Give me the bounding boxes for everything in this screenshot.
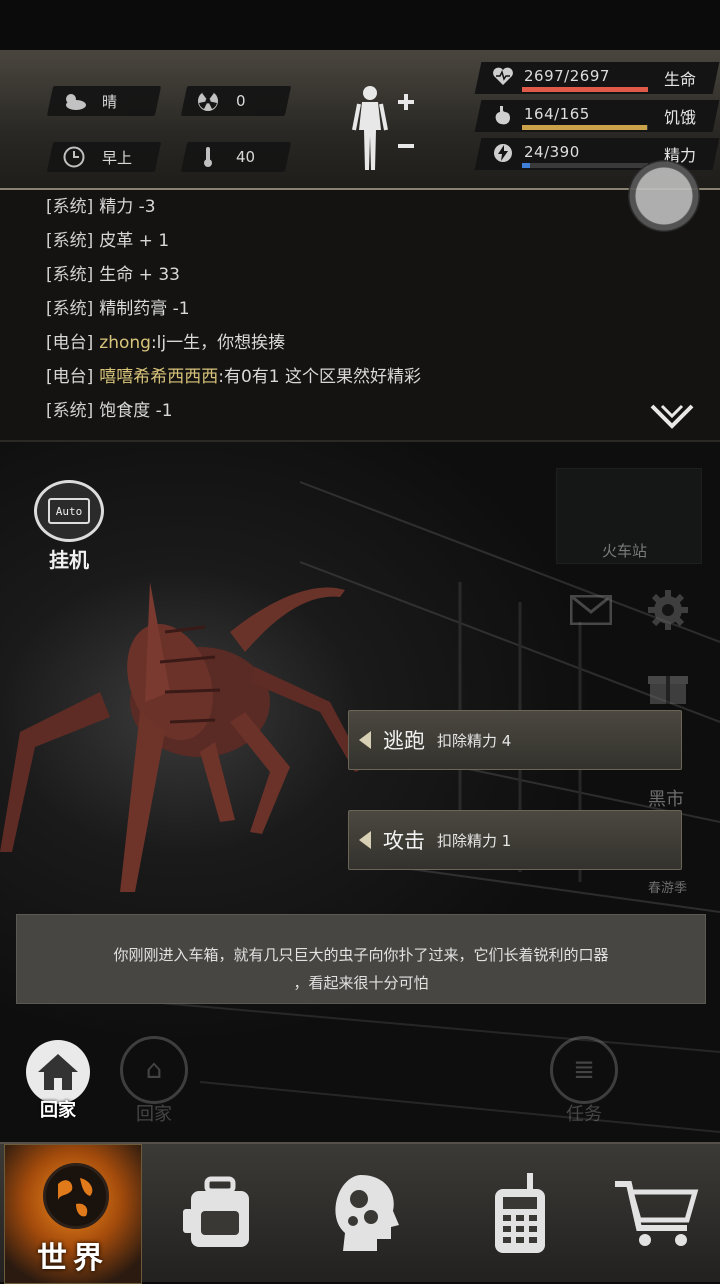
radiation-icon (194, 90, 222, 112)
mail-icon (569, 594, 613, 634)
floating-assist-button[interactable] (628, 160, 700, 232)
triangle-left-icon (359, 731, 371, 749)
hunger-label: 饥饿 (663, 108, 696, 127)
radiation-stat: 0 (180, 86, 292, 116)
event-description-box: 你刚刚进入车箱，就有几只巨大的虫子向你扑了过来，它们长着锐利的口器 ，看起来很十… (16, 914, 706, 1004)
energy-fill (522, 163, 530, 168)
flee-label: 逃跑 (383, 729, 425, 753)
heart-icon (490, 66, 516, 90)
stomach-icon (490, 104, 516, 128)
energy-icon (490, 142, 516, 166)
time-stat: 早上 (46, 142, 162, 172)
health-label: 生命 (663, 70, 696, 89)
task-list-icon: ≣ (550, 1036, 618, 1104)
radio-sender: 嘻嘻希希西西西 (99, 367, 219, 387)
attack-button[interactable]: 攻击 扣除精力 1 (348, 810, 682, 870)
triangle-left-icon (359, 831, 371, 849)
log-line: [系统] 皮革 + 1 (46, 231, 170, 251)
nav-shop-tab[interactable] (606, 1144, 706, 1282)
nav-radio-tab[interactable] (470, 1144, 570, 1282)
log-line: [系统] 精力 -3 (46, 197, 156, 217)
temperature-value: 40 (236, 148, 256, 166)
auto-label: 挂机 (49, 548, 89, 572)
clock-icon (60, 146, 88, 168)
giant-bug-monster (0, 582, 365, 892)
message-log[interactable]: [系统] 精力 -3 [系统] 皮革 + 1 [系统] 生命 + 33 [系统] 精制药… (0, 190, 720, 442)
settings-gear-icon (646, 588, 690, 641)
hunger-value: 164/165 (524, 105, 590, 123)
hunger-bar: 164/165 饥饿 (474, 100, 720, 132)
bottom-nav: 世界 (0, 1142, 720, 1284)
temperature-stat: 40 (180, 142, 292, 172)
radiation-value: 0 (236, 92, 246, 110)
cloud-sun-icon (60, 90, 88, 112)
log-line: [电台] 嘻嘻希希西西西:有0有1 这个区果然好精彩 (46, 367, 422, 387)
character-body-icon[interactable] (350, 84, 420, 174)
collapse-log-chevron-icon[interactable] (650, 404, 694, 430)
ghost-task-button: ≣ 任务 (550, 1036, 618, 1126)
nav-backpack-tab[interactable] (170, 1144, 270, 1282)
log-line: [系统] 精制药膏 -1 (46, 299, 190, 319)
flee-button[interactable]: 逃跑 扣除精力 4 (348, 710, 682, 770)
hunger-fill (522, 125, 648, 130)
auto-battle-button[interactable]: Auto 挂机 (32, 480, 106, 572)
spring-tour-label: 春游季 (648, 881, 688, 896)
ghost-home-button: ⌂ 回家 (120, 1036, 188, 1126)
radio-sender: zhong (99, 333, 151, 353)
health-bar: 2697/2697 生命 (474, 62, 720, 94)
status-bar: 晴 0 早上 40 2697/2697 生命 164/165 饥饿 24/390… (0, 50, 720, 190)
flee-cost: 扣除精力 4 (437, 731, 512, 750)
energy-value: 24/390 (524, 143, 580, 161)
description-line-2: ，看起来很十分可怕 (293, 974, 429, 992)
time-value: 早上 (102, 148, 133, 167)
description-line-1: 你刚刚进入车箱，就有几只巨大的虫子向你扑了过来，它们长着锐利的口器 (113, 946, 609, 964)
globe-icon (43, 1163, 109, 1229)
walkie-talkie-icon (495, 1173, 545, 1253)
backpack-icon (183, 1176, 249, 1247)
go-home-button[interactable]: 回家 (20, 1040, 96, 1132)
thermometer-icon (194, 146, 222, 168)
nav-world-tab[interactable]: 世界 (4, 1144, 142, 1284)
home-label: 回家 (40, 1100, 76, 1121)
train-station-label: 火车站 (602, 542, 648, 560)
black-market-label: 黑市 (648, 789, 684, 810)
weather-stat: 晴 (46, 86, 162, 116)
nav-world-label: 世界 (37, 1241, 109, 1276)
log-line: [电台] zhong:lj一生，你想挨揍 (46, 333, 286, 353)
house-icon (26, 1040, 90, 1104)
gift-icon (648, 668, 688, 715)
house-icon: ⌂ (120, 1036, 188, 1104)
log-line: [系统] 生命 + 33 (46, 265, 180, 285)
health-value: 2697/2697 (524, 67, 610, 85)
head-gears-icon (335, 1175, 399, 1251)
shopping-cart-icon (615, 1181, 699, 1246)
health-fill (522, 87, 648, 92)
attack-label: 攻击 (383, 829, 425, 853)
nav-skills-tab[interactable] (316, 1144, 416, 1282)
weather-value: 晴 (102, 92, 118, 111)
auto-icon: Auto (34, 480, 104, 542)
log-line: [系统] 饱食度 -1 (46, 401, 173, 421)
attack-cost: 扣除精力 1 (437, 831, 512, 850)
